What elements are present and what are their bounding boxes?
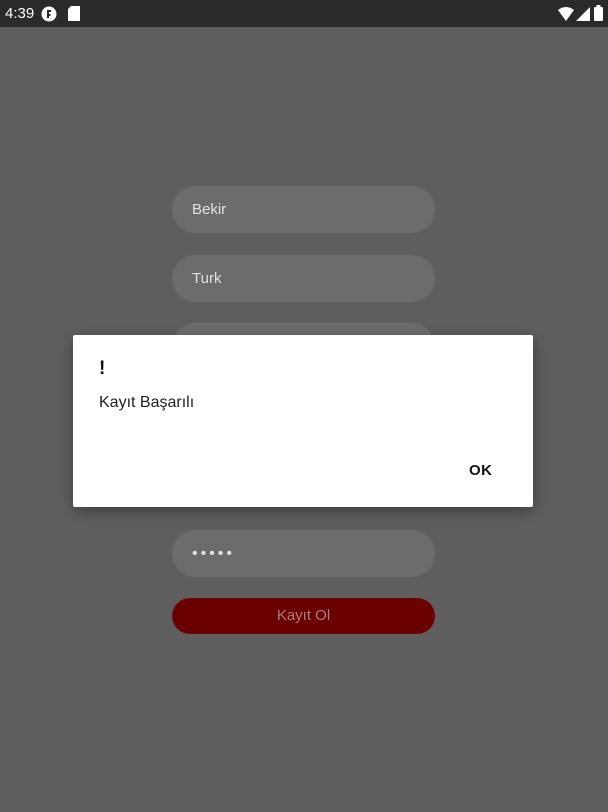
first-name-field[interactable]: Bekir [172, 186, 435, 233]
password-field[interactable]: ••••• [172, 530, 435, 577]
wifi-icon [558, 6, 574, 25]
app-notification-icon [41, 6, 57, 26]
register-button[interactable]: Kayıt Ol [172, 598, 435, 634]
battery-icon [594, 5, 603, 25]
sd-card-icon [68, 6, 80, 25]
cellular-signal-icon [576, 6, 590, 25]
last-name-field[interactable]: Turk [172, 255, 435, 302]
status-time: 4:39 [5, 5, 35, 22]
ok-button[interactable]: OK [469, 462, 493, 479]
dialog-title: ! [99, 358, 106, 379]
status-bar: 4:39 [0, 0, 608, 27]
alert-dialog: ! Kayıt Başarılı OK [73, 335, 533, 507]
dialog-message: Kayıt Başarılı [99, 394, 195, 411]
